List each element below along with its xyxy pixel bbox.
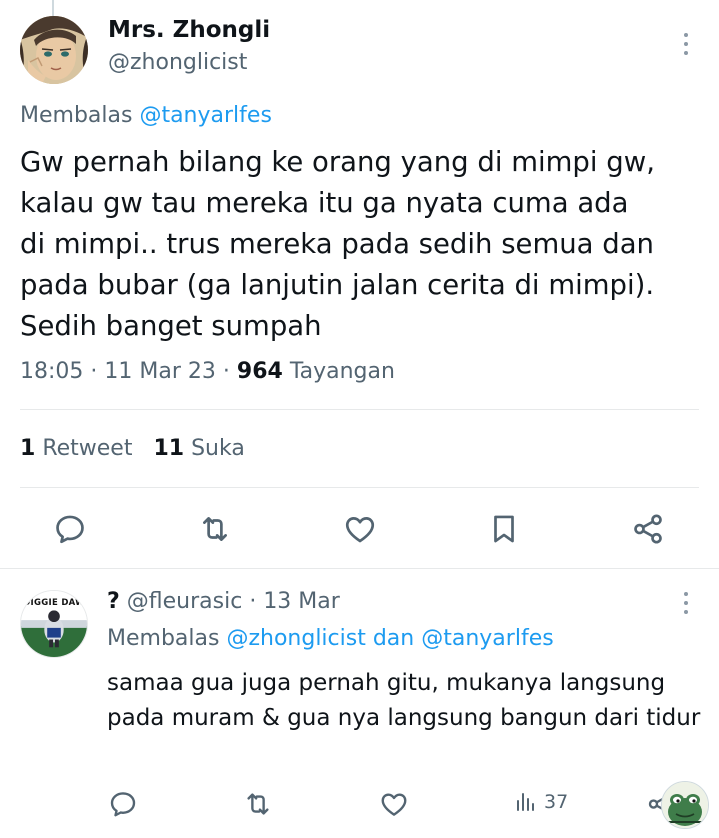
meta-separator: · bbox=[222, 359, 230, 384]
avatar[interactable] bbox=[20, 16, 88, 84]
views-label: Tayangan bbox=[289, 359, 395, 384]
avatar-caption: DIGGIE DAW bbox=[23, 598, 85, 608]
more-dot bbox=[684, 610, 688, 614]
reply-icon bbox=[56, 515, 84, 544]
divider bbox=[20, 487, 699, 488]
meta-separator: · bbox=[249, 589, 257, 614]
more-dot bbox=[684, 42, 688, 46]
reply-button[interactable] bbox=[53, 512, 87, 546]
reply-header: ? @fleurasic · 13 Mar bbox=[107, 589, 340, 614]
tweet-text: Gw pernah bilang ke orang yang di mimpi … bbox=[20, 146, 655, 342]
floating-sticker-avatar[interactable] bbox=[661, 781, 709, 829]
divider bbox=[20, 409, 699, 410]
retweet-label: Retweet bbox=[42, 436, 133, 461]
section-divider bbox=[0, 568, 719, 569]
frog-face-icon bbox=[662, 782, 708, 828]
reply-like-button[interactable] bbox=[379, 789, 409, 819]
reply-reply-button[interactable] bbox=[108, 789, 138, 819]
tweet-meta: 18:05 · 11 Mar 23 · 964 Tayangan bbox=[20, 359, 395, 384]
retweet-icon bbox=[203, 517, 227, 541]
retweets-link[interactable]: 1 Retweet bbox=[20, 436, 139, 461]
reply-avatar[interactable]: DIGGIE DAW bbox=[20, 590, 88, 658]
replying-prefix: Membalas bbox=[107, 626, 220, 651]
reply-icon bbox=[110, 792, 136, 817]
views-count: 964 bbox=[236, 359, 283, 384]
bookmark-icon bbox=[494, 515, 514, 543]
retweet-count: 1 bbox=[20, 436, 36, 461]
meta-separator: · bbox=[90, 359, 98, 384]
mention-link[interactable]: @zhonglicist bbox=[226, 626, 365, 651]
reply-replying-to-line: Membalas @zhonglicist dan @tanyarlfes bbox=[107, 626, 554, 651]
reply-date[interactable]: 13 Mar bbox=[263, 589, 340, 614]
display-name[interactable]: Mrs. Zhongli bbox=[108, 17, 270, 43]
more-vertical-icon bbox=[684, 592, 688, 596]
reply-display-name[interactable]: ? bbox=[107, 589, 120, 614]
more-dot bbox=[684, 601, 688, 605]
tweet-date[interactable]: 11 Mar 23 bbox=[104, 359, 215, 384]
more-options-button[interactable] bbox=[680, 31, 692, 57]
heart-icon bbox=[381, 793, 407, 816]
reply-views-count: 37 bbox=[544, 791, 569, 813]
more-dot bbox=[684, 51, 688, 55]
share-icon bbox=[634, 514, 662, 544]
replying-prefix: Membalas bbox=[20, 103, 133, 128]
mention-link[interactable]: @tanyarlfes bbox=[421, 626, 553, 651]
reply-handle[interactable]: @fleurasic bbox=[127, 589, 243, 614]
bookmark-button[interactable] bbox=[487, 512, 521, 546]
like-label: Suka bbox=[191, 436, 245, 461]
like-button[interactable] bbox=[343, 512, 377, 546]
mention-conjunction: dan bbox=[372, 626, 415, 651]
reply-more-options-button[interactable] bbox=[680, 590, 692, 616]
reply-views-button[interactable]: 37 bbox=[514, 790, 568, 814]
heart-icon bbox=[345, 517, 375, 543]
retweet-button[interactable] bbox=[198, 512, 232, 546]
replying-to-line: Membalas @tanyarlfes bbox=[20, 103, 272, 128]
user-handle[interactable]: @zhonglicist bbox=[108, 50, 247, 75]
reply-text: samaa gua juga pernah gitu, mukanya lang… bbox=[107, 670, 701, 731]
tweet-time[interactable]: 18:05 bbox=[20, 359, 83, 384]
engagement-stats: 1 Retweet 11 Suka bbox=[20, 436, 245, 461]
likes-link[interactable]: 11 Suka bbox=[153, 436, 244, 461]
avatar-image bbox=[20, 16, 88, 84]
retweet-icon bbox=[247, 793, 269, 815]
more-vertical-icon bbox=[684, 33, 688, 37]
share-button[interactable] bbox=[631, 512, 665, 546]
mention-link[interactable]: @tanyarlfes bbox=[139, 103, 271, 128]
like-count: 11 bbox=[153, 436, 185, 461]
reply-retweet-button[interactable] bbox=[243, 789, 273, 819]
views-bar-icon bbox=[517, 793, 534, 811]
